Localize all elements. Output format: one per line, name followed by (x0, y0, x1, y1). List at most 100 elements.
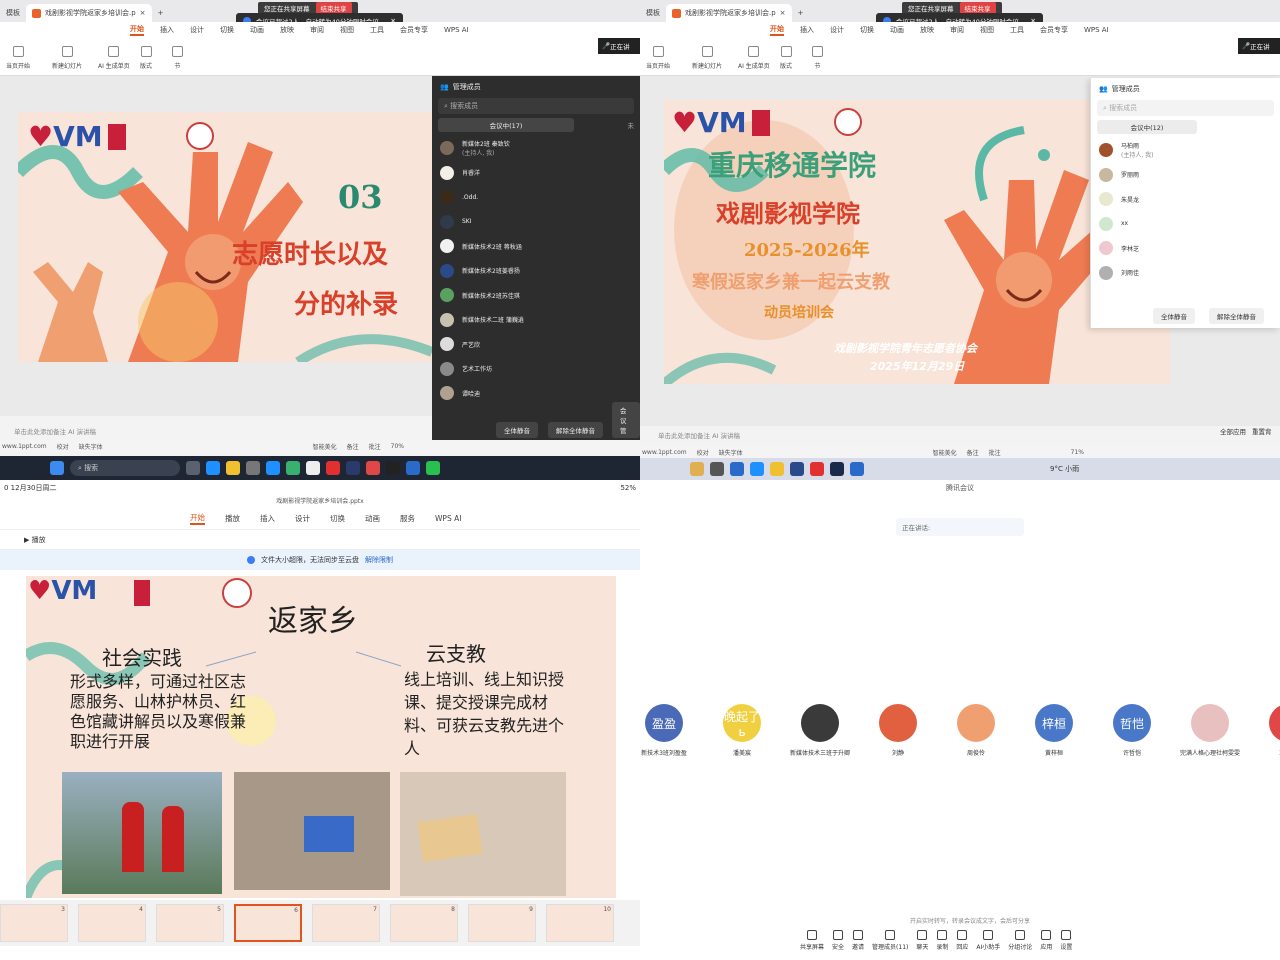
menu-animation[interactable]: 动画 (890, 25, 904, 35)
app-icon[interactable] (730, 462, 744, 476)
status-comments[interactable]: 批注 (369, 442, 381, 451)
tab-ppt-file[interactable]: 戏剧影视学院返家乡培训会.p × (666, 4, 792, 22)
menu-design[interactable]: 设计 (295, 513, 310, 524)
participant-tile[interactable]: 盈盈 新技术3班刘盈盈 (640, 704, 704, 757)
wps-icon[interactable] (326, 461, 340, 475)
status-notes[interactable]: 备注 (347, 442, 359, 451)
toolbar-button[interactable]: 应用 (1040, 930, 1052, 958)
menu-review[interactable]: 审阅 (950, 25, 964, 35)
ribbon-slideshow-button[interactable]: 当页开始 (646, 46, 670, 70)
wps-icon[interactable] (810, 462, 824, 476)
toolbar-button[interactable]: AI小助手 (976, 930, 1000, 958)
edge-icon[interactable] (206, 461, 220, 475)
member-search[interactable]: ⌕ 搜索成员 (438, 98, 634, 114)
menu-review[interactable]: 审阅 (310, 25, 324, 35)
tab-in-meeting[interactable]: 会议中(12) (1097, 120, 1197, 134)
taskview-icon[interactable] (186, 461, 200, 475)
member-search[interactable]: ⌕ 搜索成员 (1097, 100, 1274, 116)
ps-icon[interactable] (346, 461, 360, 475)
member-row[interactable]: 新媒体技术2班 蒋秋涵 (432, 234, 640, 259)
toolbar-button[interactable]: 管理成员(11) (872, 930, 908, 958)
menu-insert[interactable]: 插入 (160, 25, 174, 35)
member-row[interactable]: 新媒体2班 秦致钦 (主持人, 我) (432, 136, 640, 161)
member-row[interactable]: .Odd. (432, 185, 640, 210)
member-row[interactable]: 罗丽雨 (1091, 163, 1280, 188)
menu-wps-ai[interactable]: WPS AI (435, 514, 461, 523)
menu-animation[interactable]: 动画 (365, 513, 380, 524)
ribbon-section-button[interactable]: 节 (172, 46, 183, 70)
meeting-manage-button[interactable]: 会议管 (612, 402, 640, 438)
status-notes[interactable]: 备注 (967, 448, 979, 457)
tab-not-joined[interactable]: 未 (574, 118, 635, 132)
member-row[interactable]: 新媒体技术二班 蒲巍逍 (432, 308, 640, 333)
menu-transition[interactable]: 切换 (330, 513, 345, 524)
slide-thumbnail[interactable]: 8 (390, 904, 458, 942)
menu-design[interactable]: 设计 (830, 25, 844, 35)
toolbar-button[interactable]: 安全 (832, 930, 844, 958)
ribbon-ai-slide-button[interactable]: AI 生成单页 (738, 46, 770, 70)
close-icon[interactable]: × (140, 9, 146, 17)
participant-tile[interactable]: 晚起了ь 潘美宸 (702, 704, 782, 757)
start-icon[interactable] (50, 461, 64, 475)
menu-insert[interactable]: 插入 (800, 25, 814, 35)
mute-all-button[interactable]: 全体静音 (1153, 308, 1195, 324)
menu-play[interactable]: 播放 (225, 513, 240, 524)
menu-slideshow[interactable]: 放映 (280, 25, 294, 35)
member-row[interactable]: 肖睿洋 (432, 161, 640, 186)
menu-wps-ai[interactable]: WPS AI (1084, 26, 1109, 34)
participant-tile[interactable]: 王薇薇 (1248, 704, 1280, 757)
play-icon[interactable]: ▶ (24, 536, 29, 544)
zoom-level[interactable]: 71% (1071, 449, 1084, 456)
slide-thumbnail[interactable]: 7 (312, 904, 380, 942)
app-icon[interactable] (306, 461, 320, 475)
tencent-meeting-icon[interactable] (406, 461, 420, 475)
menu-home[interactable]: 开始 (770, 24, 784, 36)
status-beautify[interactable]: 智能美化 (933, 448, 957, 457)
member-row[interactable]: 李林芝 (1091, 236, 1280, 261)
ribbon-slideshow-button[interactable]: 当页开始 (6, 46, 30, 70)
notes-placeholder[interactable]: 单击此处添加备注 AI 演讲稿 (14, 426, 96, 436)
app-icon[interactable] (790, 462, 804, 476)
ribbon-ai-slide-button[interactable]: AI 生成单页 (98, 46, 130, 70)
zoom-level[interactable]: 70% (391, 443, 404, 450)
reset-background-button[interactable]: 重置背 (1252, 426, 1272, 436)
participant-tile[interactable]: 周俊伶 (936, 704, 1016, 757)
unmute-all-button[interactable]: 解除全体静音 (548, 422, 603, 438)
tab-in-meeting[interactable]: 会议中(17) (438, 118, 574, 132)
status-missing-font[interactable]: 缺失字体 (79, 442, 103, 451)
edge-icon[interactable] (750, 462, 764, 476)
member-row[interactable]: 新媒体技术2班苏佳琪 (432, 283, 640, 308)
browser-icon[interactable] (266, 461, 280, 475)
toolbar-button[interactable]: 回应 (956, 930, 968, 958)
toolbar-button[interactable]: 共享屏幕 (800, 930, 824, 958)
tab-ppt-file[interactable]: 戏剧影视学院返家乡培训会.p × (26, 4, 152, 22)
ribbon-section-button[interactable]: 节 (812, 46, 823, 70)
menu-home[interactable]: 开始 (190, 512, 205, 525)
toolbar-button[interactable]: 分组讨论 (1008, 930, 1032, 958)
folder-icon[interactable] (226, 461, 240, 475)
toolbar-button[interactable]: 邀请 (852, 930, 864, 958)
toolbar-button[interactable]: 聊天 (916, 930, 928, 958)
slide-thumbnail[interactable]: 3 (0, 904, 68, 942)
unmute-all-button[interactable]: 解除全体静音 (1209, 308, 1264, 324)
menu-member[interactable]: 会员专享 (400, 25, 428, 35)
participant-tile[interactable]: 刘静 (858, 704, 938, 757)
folder-icon[interactable] (770, 462, 784, 476)
participant-tile[interactable]: 梓桓 黄梓桓 (1014, 704, 1094, 757)
taskbar-search[interactable]: ⌕ 搜索 (70, 460, 180, 476)
new-tab-button[interactable]: + (792, 4, 810, 22)
slide-thumbnail[interactable]: 5 (156, 904, 224, 942)
menu-tools[interactable]: 工具 (370, 25, 384, 35)
menu-service[interactable]: 服务 (400, 513, 415, 524)
member-row[interactable]: 刘雨佳 (1091, 261, 1280, 286)
status-comments[interactable]: 批注 (989, 448, 1001, 457)
menu-wps-ai[interactable]: WPS AI (444, 26, 469, 34)
member-row[interactable]: SKI (432, 210, 640, 235)
participant-tile[interactable]: 完满人格心理社柯雯雯 (1170, 704, 1250, 757)
status-proof[interactable]: 校对 (697, 448, 709, 457)
menu-home[interactable]: 开始 (130, 24, 144, 36)
toolbar-button[interactable]: 设置 (1060, 930, 1072, 958)
menu-view[interactable]: 视图 (980, 25, 994, 35)
member-row[interactable]: 朱昊龙 (1091, 187, 1280, 212)
remove-limit-link[interactable]: 解除限制 (365, 555, 393, 565)
